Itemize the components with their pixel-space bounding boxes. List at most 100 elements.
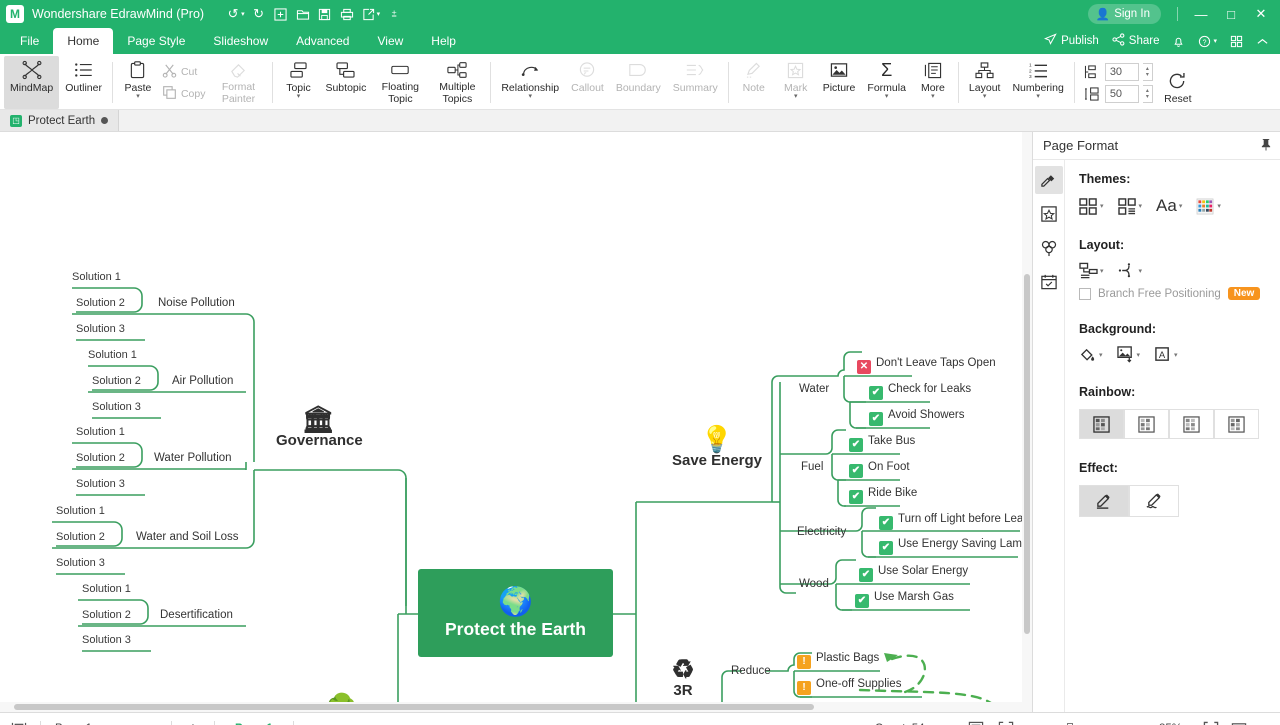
menu-item-home[interactable]: Home <box>53 28 113 54</box>
vertical-scroll-thumb[interactable] <box>1024 274 1030 634</box>
branch-free-positioning-row[interactable]: Branch Free Positioning New <box>1079 287 1266 300</box>
document-tab[interactable]: ◳ Protect Earth <box>0 110 119 131</box>
right-marked-node-2[interactable]: ✔Check for Leaks <box>869 382 971 400</box>
theme-variant-icon[interactable]: ▾ <box>1118 198 1143 215</box>
layout-dropdown-icon[interactable]: ▾ <box>983 94 987 100</box>
right-node-1[interactable]: Water <box>799 382 829 396</box>
layout-button[interactable]: Layout ▾ <box>963 56 1007 109</box>
mark-dropdown-icon[interactable]: ▾ <box>794 94 798 100</box>
left-node-5[interactable]: Solution 1 <box>88 348 137 362</box>
left-node-14[interactable]: Solution 2 <box>56 530 105 544</box>
split-view-icon[interactable] <box>1228 718 1250 725</box>
horizontal-spacing-stepper[interactable]: ▴▾ <box>1143 63 1153 81</box>
topic-dropdown-icon[interactable]: ▾ <box>297 94 301 100</box>
maximize-button[interactable]: □ <box>1216 0 1246 28</box>
formula-dropdown-icon[interactable]: ▾ <box>885 94 889 100</box>
theme-color-dropdown-icon[interactable]: ▾ <box>1217 202 1221 210</box>
fill-color-icon[interactable]: ▾ <box>1079 346 1103 363</box>
menu-item-slideshow[interactable]: Slideshow <box>199 28 282 54</box>
share-button[interactable]: Share <box>1107 33 1165 49</box>
zoom-in-button[interactable]: + <box>1141 721 1149 725</box>
fill-color-dropdown-icon[interactable]: ▾ <box>1099 351 1103 359</box>
right-marked-node-7[interactable]: ✔Turn off Light before Leaving <box>879 512 1032 530</box>
collapse-ribbon-icon[interactable] <box>1251 35 1274 48</box>
apps-grid-icon[interactable] <box>1225 35 1248 48</box>
add-page-button[interactable]: + <box>182 718 204 725</box>
export-dropdown-icon[interactable]: ▾ <box>377 10 381 18</box>
left-node-12[interactable]: Water Pollution <box>154 451 232 465</box>
left-node-7[interactable]: Solution 3 <box>92 400 141 414</box>
numbering-button[interactable]: 123 Numbering ▾ <box>1006 56 1069 109</box>
floating-topic-button[interactable]: Floating Topic <box>372 56 428 109</box>
print-icon[interactable] <box>336 3 358 25</box>
right-marked-node-6[interactable]: ✔Ride Bike <box>849 486 917 504</box>
note-button[interactable]: Note <box>733 56 775 109</box>
summary-button[interactable]: Summary <box>667 56 724 109</box>
mindmap-canvas[interactable]: 🌍 Protect the Earth 🏛 Governance 🌳 Plant… <box>0 132 1032 712</box>
topic-button[interactable]: Topic ▾ <box>277 56 319 109</box>
subtopic-button[interactable]: Subtopic <box>319 56 372 109</box>
left-node-19[interactable]: Solution 3 <box>82 633 131 647</box>
bell-icon[interactable] <box>1167 35 1190 48</box>
vertical-spacing-input[interactable]: 50 <box>1105 85 1139 103</box>
background-image-dropdown-icon[interactable]: ▾ <box>1137 351 1141 359</box>
layout-structure-icon[interactable]: ▾ <box>1079 262 1104 279</box>
menu-item-help[interactable]: Help <box>417 28 470 54</box>
customize-quick-access-icon[interactable]: ⩲ <box>383 3 405 25</box>
more-button[interactable]: More ▾ <box>912 56 954 109</box>
theme-font-icon[interactable]: Aa ▾ <box>1156 196 1182 216</box>
open-icon[interactable] <box>292 3 314 25</box>
left-node-2[interactable]: Solution 2 <box>76 296 125 310</box>
layout-structure-dropdown-icon[interactable]: ▾ <box>1100 267 1104 275</box>
paste-dropdown-icon[interactable]: ▾ <box>136 94 140 100</box>
left-node-3[interactable]: Solution 3 <box>76 322 125 336</box>
reset-button[interactable]: Reset <box>1157 56 1199 109</box>
right-marked-node-12[interactable]: !One-off Supplies <box>797 677 901 695</box>
right-node-5[interactable]: Reduce <box>731 664 771 678</box>
left-node-11[interactable]: Solution 3 <box>76 477 125 491</box>
right-marked-node-9[interactable]: ✔Use Solar Energy <box>859 564 968 582</box>
rainbow-option-4[interactable] <box>1214 409 1259 439</box>
more-dropdown-icon[interactable]: ▾ <box>931 94 935 100</box>
right-node-2[interactable]: Fuel <box>801 460 823 474</box>
right-marked-node-11[interactable]: !Plastic Bags <box>797 651 879 669</box>
watermark-dropdown-icon[interactable]: ▾ <box>1174 351 1178 359</box>
horizontal-spacing-input[interactable]: 30 <box>1105 63 1139 81</box>
outliner-button[interactable]: Outliner <box>59 56 108 109</box>
fit-page-icon[interactable] <box>965 718 987 725</box>
minimize-button[interactable]: — <box>1186 0 1216 28</box>
numbering-dropdown-icon[interactable]: ▾ <box>1036 94 1040 100</box>
left-node-18[interactable]: Solution 2 <box>82 608 131 622</box>
hand-drawn-pen-icon[interactable] <box>1129 485 1179 517</box>
branch-style-dropdown-icon[interactable]: ▾ <box>1139 267 1143 275</box>
left-node-13[interactable]: Solution 1 <box>56 504 105 518</box>
left-node-15[interactable]: Solution 3 <box>56 556 105 570</box>
left-node-8[interactable]: Air Pollution <box>172 374 233 388</box>
redo-icon[interactable]: ↻ <box>248 3 270 25</box>
left-node-10[interactable]: Solution 2 <box>76 451 125 465</box>
right-marked-node-1[interactable]: ✕Don't Leave Taps Open <box>857 356 996 374</box>
sign-in-button[interactable]: 👤 Sign In <box>1088 4 1161 24</box>
left-node-16[interactable]: Water and Soil Loss <box>136 530 238 544</box>
undo-dropdown-icon[interactable]: ▾ <box>241 10 245 18</box>
central-topic[interactable]: 🌍 Protect the Earth <box>418 569 613 657</box>
menu-item-page-style[interactable]: Page Style <box>113 28 199 54</box>
picture-button[interactable]: Picture <box>817 56 862 109</box>
theme-gallery-icon[interactable]: ▾ <box>1079 198 1104 215</box>
full-screen-icon[interactable] <box>995 718 1017 725</box>
right-node-3[interactable]: Electricity <box>797 525 846 539</box>
branch-free-positioning-checkbox[interactable] <box>1079 288 1091 300</box>
branch-style-icon[interactable]: ▾ <box>1118 262 1143 279</box>
rainbow-option-2[interactable] <box>1124 409 1169 439</box>
new-icon[interactable] <box>270 3 292 25</box>
theme-font-dropdown-icon[interactable]: ▾ <box>1179 202 1183 210</box>
left-node-4[interactable]: Noise Pollution <box>158 296 235 310</box>
left-node-9[interactable]: Solution 1 <box>76 425 125 439</box>
formula-button[interactable]: Σ Formula ▾ <box>861 56 912 109</box>
page-format-icon[interactable] <box>1035 166 1063 194</box>
menu-item-file[interactable]: File <box>6 28 53 54</box>
mindmap-button[interactable]: MindMap <box>4 56 59 109</box>
task-icon[interactable] <box>1035 268 1063 296</box>
focus-icon[interactable] <box>1200 718 1222 725</box>
zoom-out-button[interactable]: − <box>1031 721 1039 725</box>
